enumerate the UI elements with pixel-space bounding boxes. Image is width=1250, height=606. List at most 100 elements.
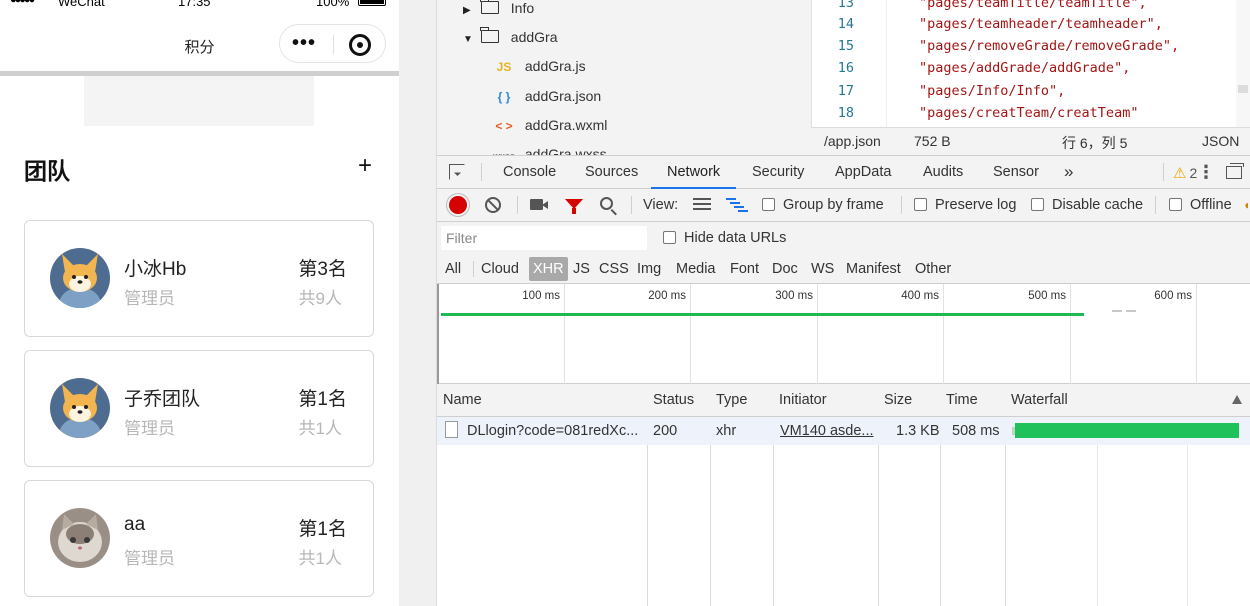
file-addgra-json[interactable]: { } addGra.json — [493, 85, 602, 107]
tab-sources[interactable]: Sources — [583, 156, 640, 188]
type-all[interactable]: All — [441, 257, 465, 281]
sort-ascending-icon[interactable] — [1232, 395, 1242, 404]
table-header: Name Status Type Initiator Size Time Wat… — [437, 384, 1250, 417]
file-label: addGra.js — [524, 58, 586, 74]
tab-audits[interactable]: Audits — [921, 156, 965, 188]
type-font[interactable]: Font — [726, 257, 763, 281]
column-initiator[interactable]: Initiator — [773, 384, 827, 417]
status-position[interactable]: 行 6，列 5 — [1062, 133, 1127, 153]
code-editor[interactable]: 13 "pages/teamTitle/teamTitle", 14 "page… — [811, 0, 1250, 127]
screenshot-camera-icon[interactable] — [530, 199, 548, 210]
network-overview[interactable]: 100 ms 200 ms 300 ms 400 ms 500 ms 600 m… — [437, 284, 1250, 384]
team-card[interactable]: 子乔团队 管理员 第1名 共1人 — [24, 350, 374, 467]
grid-line — [564, 284, 565, 384]
column-size[interactable]: Size — [878, 384, 912, 417]
column-time[interactable]: Time — [940, 384, 978, 417]
type-media[interactable]: Media — [672, 257, 720, 281]
checkbox-label: Hide data URLs — [684, 230, 787, 246]
tab-appdata[interactable]: AppData — [833, 156, 893, 188]
type-js[interactable]: JS — [569, 257, 594, 281]
column-waterfall[interactable]: Waterfall — [1005, 384, 1068, 417]
request-initiator-link[interactable]: VM140 asde... — [780, 417, 874, 445]
type-doc[interactable]: Doc — [768, 257, 802, 281]
clock: 17:35 — [178, 0, 211, 9]
checkbox[interactable] — [1031, 198, 1044, 211]
throttle-dropdown-icon[interactable]: ◖ — [1243, 189, 1250, 221]
team-rank: 第1名 — [298, 389, 347, 410]
type-ws[interactable]: WS — [807, 257, 838, 281]
file-addgra-js[interactable]: JS addGra.js — [493, 55, 586, 77]
search-icon[interactable] — [600, 197, 613, 210]
corgi-avatar — [50, 378, 110, 438]
caret-down-icon[interactable]: ▼ — [463, 29, 477, 51]
waterfall-grid-line — [1097, 417, 1098, 606]
resource-type-filters: All Cloud XHR JS CSS Img Media Font Doc … — [437, 254, 1250, 284]
waterfall-view-icon[interactable] — [726, 198, 748, 212]
code-line: 15 "pages/removeGrade/removeGrade", — [812, 35, 1179, 58]
type-img[interactable]: Img — [633, 257, 665, 281]
request-name-cell[interactable]: DLlogin?code=081redXc... — [437, 417, 645, 445]
tab-network[interactable]: Network — [650, 156, 737, 189]
line-number: 18 — [837, 105, 854, 121]
filter-input[interactable] — [441, 226, 647, 250]
request-status: 200 — [653, 423, 678, 439]
column-name[interactable]: Name — [437, 384, 482, 417]
close-target-icon[interactable] — [349, 34, 371, 56]
more-tabs-icon[interactable]: » — [1062, 156, 1075, 188]
team-card[interactable]: aa 管理员 第1名 共1人 — [24, 480, 374, 597]
add-team-icon[interactable]: + — [358, 153, 372, 179]
disable-cache-checkbox[interactable]: Disable cache — [1031, 189, 1143, 221]
folder-info[interactable]: ▶ Info — [463, 0, 534, 19]
offline-checkbox[interactable]: Offline — [1169, 189, 1232, 221]
request-table: Name Status Type Initiator Size Time Wat… — [437, 384, 1250, 606]
hide-data-urls-checkbox[interactable]: Hide data URLs — [663, 230, 786, 246]
type-cloud[interactable]: Cloud — [477, 257, 523, 281]
type-xhr[interactable]: XHR — [529, 257, 568, 281]
undock-icon[interactable] — [1226, 163, 1244, 179]
folder-addgra[interactable]: ▼ addGra — [463, 26, 557, 48]
checkbox[interactable] — [1169, 198, 1182, 211]
caret-right-icon[interactable]: ▶ — [463, 0, 477, 22]
clear-icon[interactable] — [485, 197, 501, 213]
file-addgra-wxml[interactable]: < > addGra.wxml — [493, 114, 607, 136]
checkbox[interactable] — [762, 198, 775, 211]
corgi-avatar — [50, 248, 110, 308]
record-icon[interactable] — [449, 196, 467, 214]
team-rank: 第3名 — [298, 259, 347, 280]
file-label: addGra.json — [524, 88, 602, 104]
editor-scrollbar[interactable] — [1236, 0, 1250, 127]
line-number: 15 — [837, 38, 854, 54]
filter-icon[interactable] — [565, 199, 583, 214]
line-code: "pages/addGrade/addGrade", — [919, 60, 1131, 76]
preserve-log-checkbox[interactable]: Preserve log — [914, 189, 1016, 221]
overview-marker — [1112, 310, 1138, 312]
status-language[interactable]: JSON — [1202, 133, 1239, 149]
overview-handle[interactable] — [437, 284, 439, 384]
team-role: 管理员 — [124, 549, 175, 568]
column-status[interactable]: Status — [647, 384, 694, 417]
warnings-badge[interactable]: ⚠ 2 — [1173, 164, 1197, 182]
waterfall-grid-line — [1187, 417, 1188, 606]
checkbox[interactable] — [663, 231, 676, 244]
more-icon[interactable]: ••• — [292, 33, 316, 53]
team-card[interactable]: 小冰Hb 管理员 第3名 共9人 — [24, 220, 374, 337]
file-addgra-wxss[interactable]: wxss addGra.wxss — [493, 143, 607, 155]
tab-security[interactable]: Security — [750, 156, 806, 188]
type-css[interactable]: CSS — [595, 257, 633, 281]
waterfall-bar[interactable] — [1015, 423, 1239, 438]
phone-simulator: ●●●●● WeChat 17:35 100% 积分 ••• 团队 + 小冰Hb… — [0, 0, 399, 606]
grid-line — [817, 284, 818, 384]
checkbox[interactable] — [914, 198, 927, 211]
type-other[interactable]: Other — [911, 257, 955, 281]
type-manifest[interactable]: Manifest — [842, 257, 905, 281]
kebab-menu-icon[interactable]: ⋮ — [1197, 161, 1215, 183]
group-by-frame-checkbox[interactable]: Group by frame — [762, 189, 884, 221]
inspect-element-icon[interactable] — [449, 164, 465, 180]
tab-console[interactable]: Console — [501, 156, 558, 188]
column-type[interactable]: Type — [710, 384, 747, 417]
tab-sensor[interactable]: Sensor — [991, 156, 1041, 188]
menu-capsule[interactable]: ••• — [279, 24, 386, 63]
checkbox-label: Preserve log — [935, 197, 1017, 213]
large-rows-icon[interactable] — [693, 198, 711, 212]
table-row[interactable]: DLlogin?code=081redXc... 200 xhr VM140 a… — [437, 417, 1250, 445]
